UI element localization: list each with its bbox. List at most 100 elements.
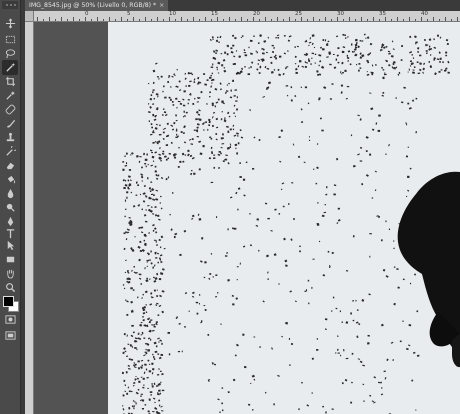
ruler-tick	[55, 19, 56, 21]
ruler-tick	[91, 19, 92, 21]
paint-bucket-tool-icon[interactable]	[2, 172, 18, 187]
ruler-tick	[433, 17, 434, 21]
close-tab-icon[interactable]: ×	[159, 0, 164, 11]
ruler-tick	[295, 19, 296, 21]
marquee-tool-icon[interactable]	[2, 32, 18, 47]
ruler-tick	[427, 19, 428, 21]
ruler-tick	[109, 17, 110, 21]
ruler-tick	[181, 17, 182, 21]
ruler-tick	[307, 19, 308, 21]
rectangle-tool-icon[interactable]	[2, 252, 18, 267]
hand-tool-icon[interactable]	[2, 266, 18, 281]
ruler-tick	[127, 19, 128, 21]
left-ruler[interactable]	[25, 21, 34, 414]
dodge-tool-icon[interactable]	[2, 200, 18, 215]
ruler-tick	[217, 17, 218, 21]
move-tool-icon[interactable]	[2, 16, 18, 31]
ruler-tick	[121, 17, 122, 21]
ruler-tick	[37, 17, 38, 21]
ruler-tick	[361, 17, 362, 21]
ruler-tick	[43, 19, 44, 21]
zoom-tool-icon[interactable]	[2, 280, 18, 295]
document-tab[interactable]: IMG_8545.jpg @ 50% (Livello 0, RGB/8) * …	[25, 0, 169, 11]
screen-mode-icon[interactable]	[2, 328, 18, 343]
ruler-tick	[403, 19, 404, 21]
lasso-tool-icon[interactable]	[2, 46, 18, 61]
ruler-tick	[343, 19, 344, 21]
ruler-tick	[391, 19, 392, 21]
ruler-tick	[283, 19, 284, 21]
ruler-tick	[457, 17, 458, 21]
ruler-tick	[289, 17, 290, 21]
ruler-tick	[157, 17, 158, 21]
ruler-tick	[223, 19, 224, 21]
ruler-tick	[235, 19, 236, 21]
ruler-tick	[199, 19, 200, 21]
ruler-tick	[409, 17, 410, 21]
ruler-tick	[139, 19, 140, 21]
ruler-tick	[241, 17, 242, 21]
ruler-tick	[115, 19, 116, 21]
ruler-tick	[313, 17, 314, 21]
ruler-tick	[253, 17, 254, 21]
ruler-tick	[325, 17, 326, 21]
ruler-tick	[163, 19, 164, 21]
ruler-tick	[211, 19, 212, 21]
quick-mask-icon[interactable]	[2, 312, 18, 327]
ruler-label: 5	[127, 11, 131, 17]
ruler-tick	[103, 19, 104, 21]
document-tab-bar: IMG_8545.jpg @ 50% (Livello 0, RGB/8) * …	[25, 0, 460, 11]
ruler-label: 20	[253, 11, 260, 17]
ruler-tick	[73, 17, 74, 21]
image-canvas[interactable]	[108, 22, 460, 414]
eyedropper-tool-icon[interactable]	[2, 88, 18, 103]
ruler-tick	[271, 19, 272, 21]
ruler-tick	[337, 17, 338, 21]
ruler-tick	[193, 17, 194, 21]
ruler-tick	[169, 17, 170, 21]
ruler-tick	[355, 19, 356, 21]
eraser-tool-icon[interactable]	[2, 158, 18, 173]
ruler-tick	[385, 17, 386, 21]
ruler-tick	[331, 19, 332, 21]
ruler-tick	[247, 19, 248, 21]
ruler-tick	[49, 17, 50, 21]
healing-brush-tool-icon[interactable]	[2, 102, 18, 117]
ruler-tick	[397, 17, 398, 21]
ruler-tick	[421, 17, 422, 21]
ruler-tick	[229, 17, 230, 21]
ruler-tick	[301, 17, 302, 21]
ruler-tick	[415, 19, 416, 21]
crop-tool-icon[interactable]	[2, 74, 18, 89]
ruler-label: 10	[169, 11, 176, 17]
brush-tool-icon[interactable]	[2, 116, 18, 131]
ruler-tick	[175, 19, 176, 21]
path-selection-tool-icon[interactable]	[2, 238, 18, 253]
ruler-tick	[367, 19, 368, 21]
magic-wand-tool-icon[interactable]	[2, 60, 18, 75]
ruler-tick	[319, 19, 320, 21]
top-ruler[interactable]: 0 5 10 15 20 25 30 35 40	[25, 11, 460, 22]
ruler-tick	[67, 19, 68, 21]
panel-grip[interactable]	[2, 1, 18, 9]
clone-stamp-tool-icon[interactable]	[2, 130, 18, 145]
ruler-tick	[145, 17, 146, 21]
ruler-tick	[97, 17, 98, 21]
ruler-tick	[61, 17, 62, 21]
foreground-color-swatch[interactable]	[3, 296, 14, 307]
pasteboard	[34, 22, 108, 414]
ruler-tick	[373, 17, 374, 21]
ruler-tick	[79, 19, 80, 21]
ruler-origin[interactable]	[25, 11, 34, 22]
history-brush-tool-icon[interactable]	[2, 144, 18, 159]
ruler-tick	[349, 17, 350, 21]
ruler-tick	[277, 17, 278, 21]
ruler-tick	[151, 19, 152, 21]
image-content	[108, 22, 460, 414]
ruler-tick	[379, 19, 380, 21]
ruler-tick	[445, 17, 446, 21]
document-tab-title: IMG_8545.jpg @ 50% (Livello 0, RGB/8) *	[29, 2, 157, 9]
ruler-tick	[439, 19, 440, 21]
ruler-tick	[205, 17, 206, 21]
blur-tool-icon[interactable]	[2, 186, 18, 201]
